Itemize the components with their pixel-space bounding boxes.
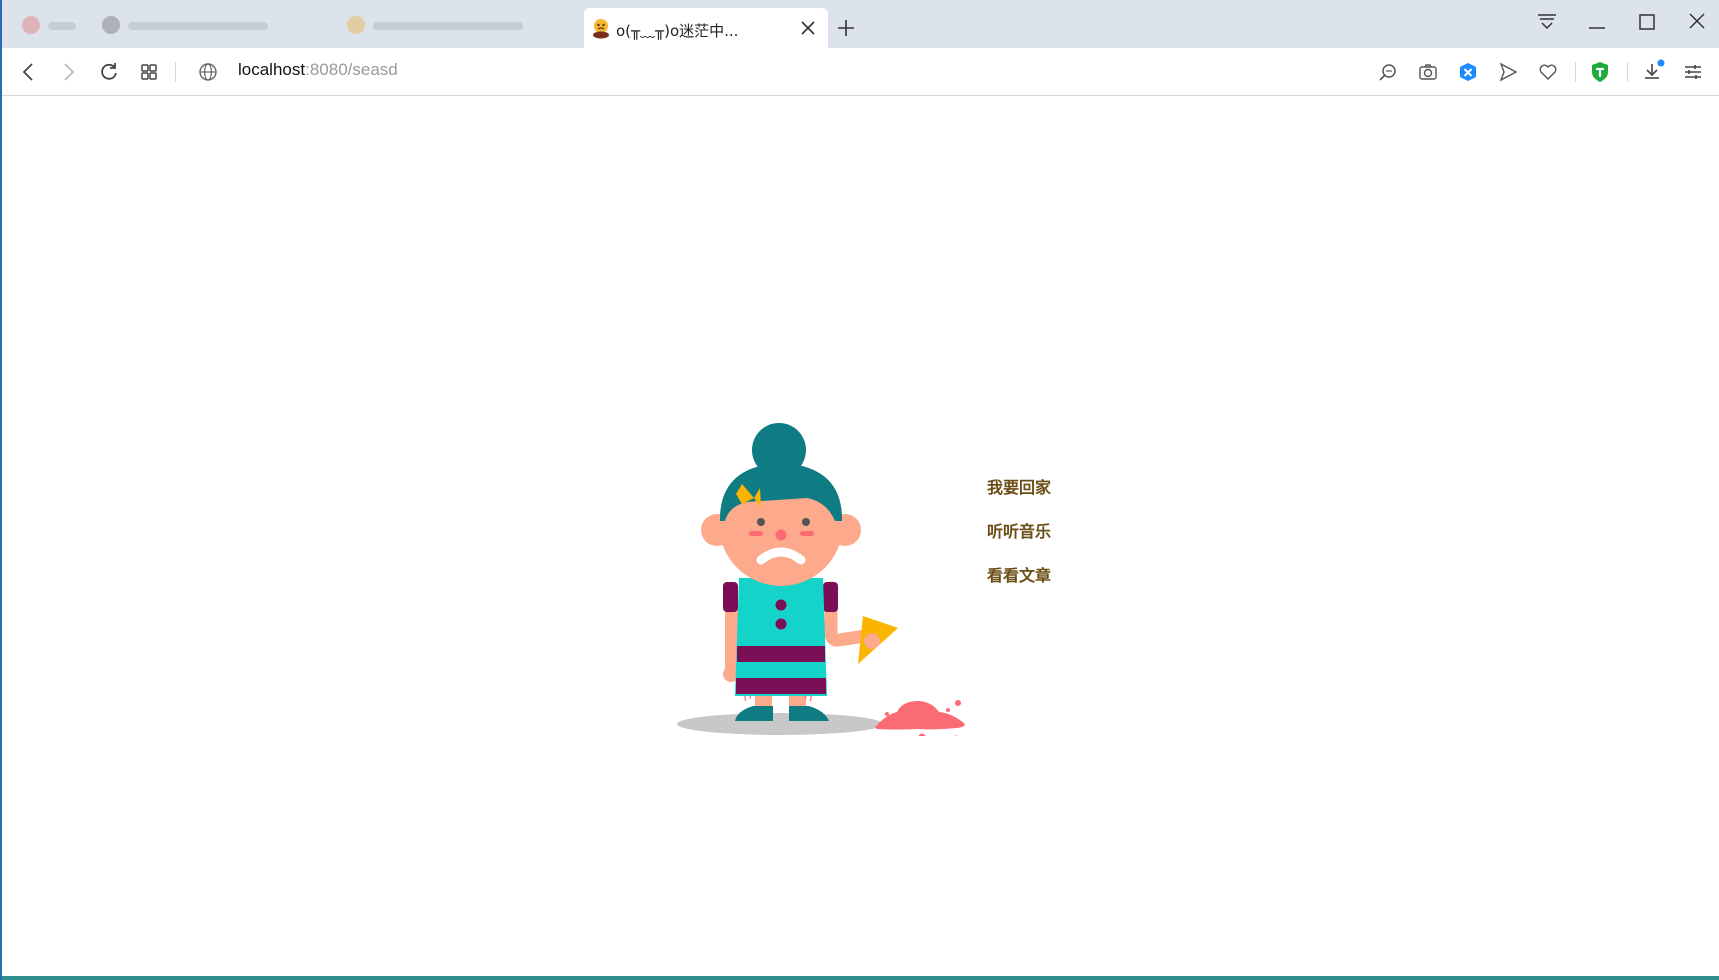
tab-label-placeholder (128, 22, 268, 30)
nose (775, 529, 787, 541)
globe-icon[interactable] (195, 59, 221, 85)
settings-sliders-icon[interactable] (1680, 59, 1706, 85)
background-tab[interactable] (92, 10, 322, 40)
camera-icon[interactable] (1415, 59, 1441, 85)
tab-label-placeholder (373, 22, 523, 30)
url-path: :8080/seasd (305, 60, 398, 79)
shield-icon[interactable] (1587, 59, 1613, 85)
search-icon[interactable] (1375, 59, 1401, 85)
right-eye (802, 518, 810, 526)
ground-shadow (677, 713, 883, 735)
dress-button (775, 618, 787, 630)
crying-face-icon (593, 19, 609, 39)
link-menu: 我要回家 听听音乐 看看文章 (987, 476, 1051, 608)
send-icon[interactable] (1495, 59, 1521, 85)
melted-icecream-splat (875, 700, 965, 736)
dress-stripe (737, 646, 825, 662)
reload-icon[interactable] (96, 59, 122, 85)
browser-window: o(╥﹏╥)o迷茫中... localhost:8080/seasd 我要回家 … (0, 0, 1719, 980)
tab-strip: o(╥﹏╥)o迷茫中... (2, 0, 1719, 48)
close-window-icon[interactable] (1680, 8, 1714, 36)
toolbar-divider (1575, 62, 1576, 82)
minimize-icon[interactable] (1580, 8, 1614, 36)
back-arrow-icon[interactable] (16, 59, 42, 85)
dress-button (775, 599, 787, 611)
heart-icon[interactable] (1535, 59, 1561, 85)
crying-girl-illustration (677, 423, 965, 736)
tab-title: o(╥﹏╥)o迷茫中... (616, 22, 739, 40)
toolbar-divider (175, 62, 176, 82)
left-shoe (735, 706, 773, 721)
left-eye (757, 518, 765, 526)
dress-stripe (736, 678, 826, 694)
new-tab-icon[interactable] (835, 17, 857, 39)
maximize-icon[interactable] (1630, 8, 1664, 36)
go-home-link[interactable]: 我要回家 (987, 476, 1051, 500)
toolbar-divider (1627, 62, 1628, 82)
tab-label-placeholder (48, 22, 76, 30)
active-tab[interactable]: o(╥﹏╥)o迷茫中... (584, 8, 828, 48)
tab-favicon-icon (102, 16, 120, 34)
right-shoe (789, 706, 829, 721)
articles-link[interactable]: 看看文章 (987, 564, 1051, 588)
blue-extension-icon[interactable] (1455, 59, 1481, 85)
download-icon[interactable] (1640, 59, 1666, 85)
background-tab[interactable] (337, 10, 567, 40)
page-content: 我要回家 听听音乐 看看文章 (2, 96, 1719, 980)
icecream-cone (858, 616, 898, 664)
music-link[interactable]: 听听音乐 (987, 520, 1051, 544)
tab-list-icon[interactable] (1530, 8, 1564, 36)
tab-favicon-icon (22, 16, 40, 34)
window-bottom-border (2, 976, 1719, 980)
address-bar[interactable]: localhost:8080/seasd (238, 60, 398, 80)
tab-favicon-icon (347, 16, 365, 34)
grid-icon[interactable] (136, 59, 162, 85)
navigation-toolbar: localhost:8080/seasd (2, 48, 1719, 96)
background-tab[interactable] (12, 10, 82, 40)
close-tab-icon[interactable] (799, 19, 817, 37)
url-host: localhost (238, 60, 306, 79)
forward-arrow-icon[interactable] (55, 59, 81, 85)
